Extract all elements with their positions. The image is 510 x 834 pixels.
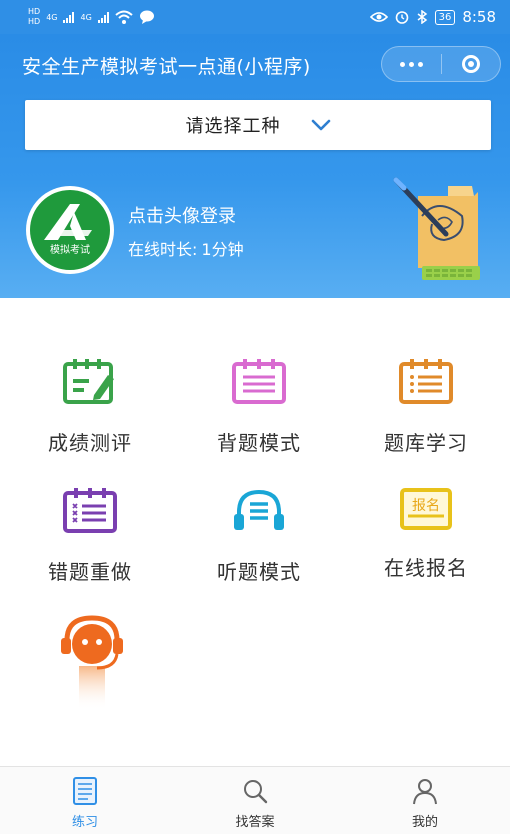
menu-item-bank-study[interactable]: 题库学习 — [341, 355, 510, 456]
status-right: 36 8:58 — [369, 8, 496, 26]
tab-bar: 练习 找答案 我的 — [0, 766, 510, 834]
bluetooth-icon — [417, 10, 427, 24]
list-note-icon — [396, 355, 456, 409]
close-button[interactable] — [441, 47, 500, 81]
online-label: 在线时长: — [128, 240, 198, 259]
app-root: HD HD 4G 4G 36 8:58 安全生产模拟考试一点通(小程序) 请选择… — [0, 0, 510, 834]
menu-item-score-test[interactable]: 成绩测评 — [5, 355, 175, 456]
alarm-icon — [395, 11, 408, 24]
eye-icon — [369, 12, 388, 22]
signal-icon-2 — [97, 11, 109, 23]
menu-label: 成绩测评 — [48, 431, 132, 455]
menu-label: 在线报名 — [384, 556, 468, 580]
network-type-2: 4G — [80, 12, 92, 22]
network-tag-top: HD — [28, 7, 41, 16]
study-illustration-icon — [393, 177, 480, 280]
menu-label: 背题模式 — [217, 431, 301, 455]
job-type-selector[interactable]: 请选择工种 — [25, 100, 491, 150]
tab-label: 练习 — [71, 815, 98, 830]
signal-icon — [63, 11, 75, 23]
scorecard-edit-icon — [60, 355, 120, 409]
job-type-label: 请选择工种 — [185, 116, 281, 137]
practice-doc-icon — [69, 775, 101, 807]
status-left: HD HD 4G 4G — [28, 8, 155, 26]
menu-label: 错题重做 — [48, 560, 132, 584]
tab-practice[interactable]: 练习 — [0, 767, 170, 834]
logo-mark-icon — [44, 204, 92, 240]
list-note-icon — [229, 355, 289, 409]
headphones-icon — [229, 484, 289, 538]
user-icon — [409, 775, 441, 807]
menu-label: 题库学习 — [384, 431, 468, 455]
wifi-icon — [115, 10, 133, 24]
online-value: 1分钟 — [201, 240, 244, 259]
status-time: 8:58 — [462, 8, 496, 26]
menu-item-online-signup[interactable]: 报名 在线报名 — [341, 484, 510, 581]
signup-badge-text: 报名 — [412, 498, 440, 514]
page-title: 安全生产模拟考试一点通(小程序) — [22, 56, 311, 78]
avatar-text: 模拟考试 — [50, 245, 90, 256]
tab-label: 找答案 — [235, 815, 275, 830]
tab-find-answer[interactable]: 找答案 — [170, 767, 340, 834]
avatar[interactable]: 模拟考试 — [26, 186, 114, 274]
more-dots-icon — [399, 61, 423, 67]
wrong-list-icon — [60, 484, 120, 538]
target-icon — [461, 55, 480, 73]
avatar-logo: 模拟考试 — [30, 190, 110, 270]
customer-service-button[interactable] — [52, 610, 132, 710]
menu-label: 听题模式 — [217, 560, 301, 584]
mini-program-capsule — [381, 46, 501, 82]
status-bar: HD HD 4G 4G 36 8:58 — [0, 0, 510, 34]
chat-bubble-icon — [139, 10, 154, 24]
menu-item-wrong-redo[interactable]: 错题重做 — [5, 484, 175, 585]
menu-item-recite-mode[interactable]: 背题模式 — [174, 355, 344, 456]
online-duration: 在线时长: 1分钟 — [128, 236, 244, 260]
chevron-down-icon — [311, 119, 330, 131]
battery-icon: 36 — [434, 9, 456, 25]
network-tags: HD HD — [28, 8, 40, 26]
tab-mine[interactable]: 我的 — [340, 767, 510, 834]
network-type-1: 4G — [46, 12, 58, 22]
signup-badge-icon: 报名 — [396, 484, 456, 538]
login-prompt[interactable]: 点击头像登录 — [128, 202, 236, 228]
network-tag-bottom: HD — [28, 17, 41, 26]
menu-item-listen-mode[interactable]: 听题模式 — [174, 484, 344, 585]
header-banner: 安全生产模拟考试一点通(小程序) 请选择工种 模拟考试 点击头像登录 在线时长:… — [0, 34, 510, 298]
customer-service-icon — [61, 615, 123, 710]
more-button[interactable] — [382, 47, 441, 81]
search-icon — [239, 775, 271, 807]
tab-label: 我的 — [411, 815, 438, 830]
